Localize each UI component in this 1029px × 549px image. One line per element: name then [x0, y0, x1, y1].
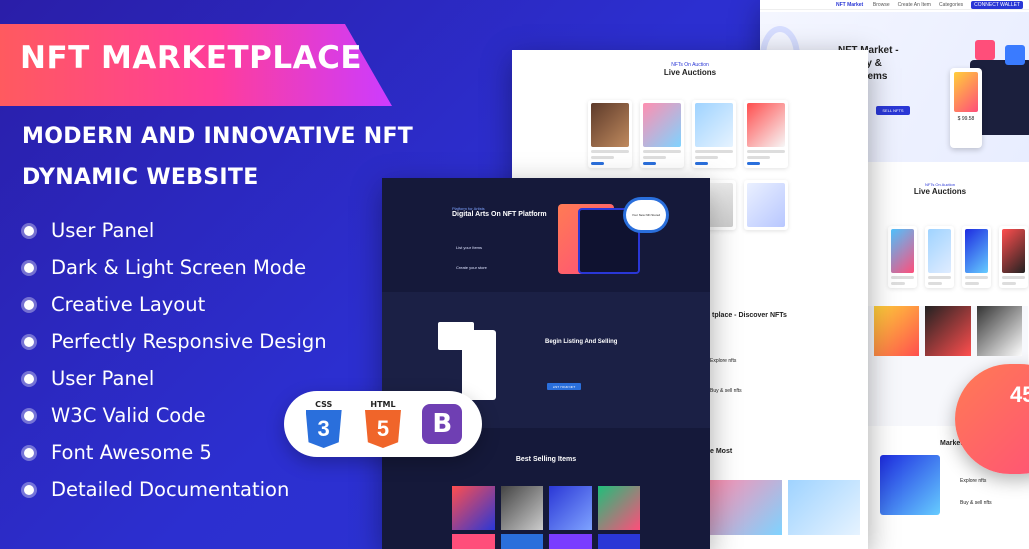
best-selling-grid: [452, 486, 640, 530]
feature-label: Font Awesome 5: [51, 441, 212, 464]
dark-step: List your Items: [456, 245, 483, 250]
stored-popup: Your New NFt Stored: [626, 200, 666, 230]
subtitle-line-2: DYNAMIC WEBSITE: [22, 165, 259, 190]
bullet-icon: [24, 225, 34, 236]
feature-label: Perfectly Responsive Design: [51, 330, 327, 353]
feature-label: User Panel: [51, 219, 155, 242]
feature-list: User Panel Dark & Light Screen Mode Crea…: [24, 212, 327, 508]
bullet-icon: [24, 373, 34, 384]
dark-step: Create your store: [456, 265, 487, 270]
nft-thumb[interactable]: [500, 486, 543, 530]
dark-title: Digital Arts On NFT Platform: [452, 211, 547, 218]
connect-wallet-button[interactable]: CONNECT WALLET: [971, 0, 1023, 9]
nav-create[interactable]: Create An Item: [898, 2, 931, 8]
nft-thumb[interactable]: [549, 486, 592, 530]
screenshot-dark-mode: Platform for Artists Digital Arts On NFT…: [382, 178, 710, 549]
subtitle-line-1: MODERN AND INNOVATIVE NFT: [22, 124, 414, 149]
nft-card[interactable]: [640, 100, 684, 168]
nav-browse[interactable]: Browse: [873, 2, 890, 8]
css-tag: CSS: [315, 400, 333, 409]
bullet-icon: [24, 299, 34, 310]
nft-card[interactable]: [692, 100, 736, 168]
bootstrap-icon: B: [422, 404, 463, 444]
mock-price: $ 99.58: [957, 116, 975, 122]
css3-icon: 3: [305, 410, 342, 448]
feature-item: Perfectly Responsive Design: [24, 323, 327, 360]
feature-label: Dark & Light Screen Mode: [51, 256, 307, 279]
feature-item: User Panel: [24, 360, 327, 397]
about-device-mock: [880, 455, 940, 515]
bullet-icon: [24, 447, 34, 458]
nft-thumb[interactable]: [597, 486, 640, 530]
auction-card-grid: [588, 100, 788, 168]
market-item: Explore nfts: [710, 358, 737, 364]
sell-nfts-button[interactable]: SELL NFTS: [876, 106, 910, 115]
about-item: Explore nfts: [960, 478, 987, 484]
bullet-icon: [24, 484, 34, 495]
listing-phone-mock: [462, 330, 496, 400]
phone-mock: $ 99.58: [950, 68, 982, 148]
nft-card[interactable]: [744, 100, 788, 168]
html5-icon: 5: [364, 410, 401, 448]
feature-label: W3C Valid Code: [51, 404, 206, 427]
bullet-icon: [24, 410, 34, 421]
feature-label: Detailed Documentation: [51, 478, 290, 501]
market-item: Buy & sell nfts: [710, 388, 742, 394]
feature-item: Dark & Light Screen Mode: [24, 249, 327, 286]
auction-title: Live Auctions: [663, 68, 717, 77]
feature-item: Creative Layout: [24, 286, 327, 323]
banner-title: NFT MARKETPLACE: [20, 40, 363, 76]
bullet-icon: [24, 262, 34, 273]
feature-item: W3C Valid Code: [24, 397, 327, 434]
css3-badge: CSS 3: [304, 400, 344, 448]
tech-badges: CSS 3 HTML 5 B: [284, 391, 482, 457]
nft-card[interactable]: [744, 180, 788, 230]
nft-thumb[interactable]: [452, 486, 495, 530]
section-title: Live Auctions: [913, 187, 967, 196]
about-item: Buy & sell nfts: [960, 500, 992, 506]
auction-grid: [888, 226, 1028, 288]
bullet-icon: [24, 336, 34, 347]
pages-count-text: 45 Pa: [1010, 382, 1029, 407]
most-title: e Most: [710, 448, 733, 455]
feature-item: Detailed Documentation: [24, 471, 327, 508]
nft-card[interactable]: [588, 100, 632, 168]
bootstrap-badge: B: [422, 400, 463, 448]
logo: NFT Market: [836, 1, 864, 8]
list-nft-button[interactable]: LIST YOUR NFT: [547, 383, 581, 390]
feature-item: User Panel: [24, 212, 327, 249]
feature-label: Creative Layout: [51, 293, 206, 316]
listing-title: Begin Listing And Selling: [545, 339, 618, 345]
feature-label: User Panel: [51, 367, 155, 390]
html5-badge: HTML 5: [363, 400, 403, 448]
best-selling-title: Best Selling Items: [515, 456, 577, 463]
market-title: tplace - Discover NFTs: [712, 312, 787, 319]
feature-item: Font Awesome 5: [24, 434, 327, 471]
nav-categories[interactable]: Categories: [939, 2, 963, 8]
html-tag: HTML: [370, 400, 396, 409]
